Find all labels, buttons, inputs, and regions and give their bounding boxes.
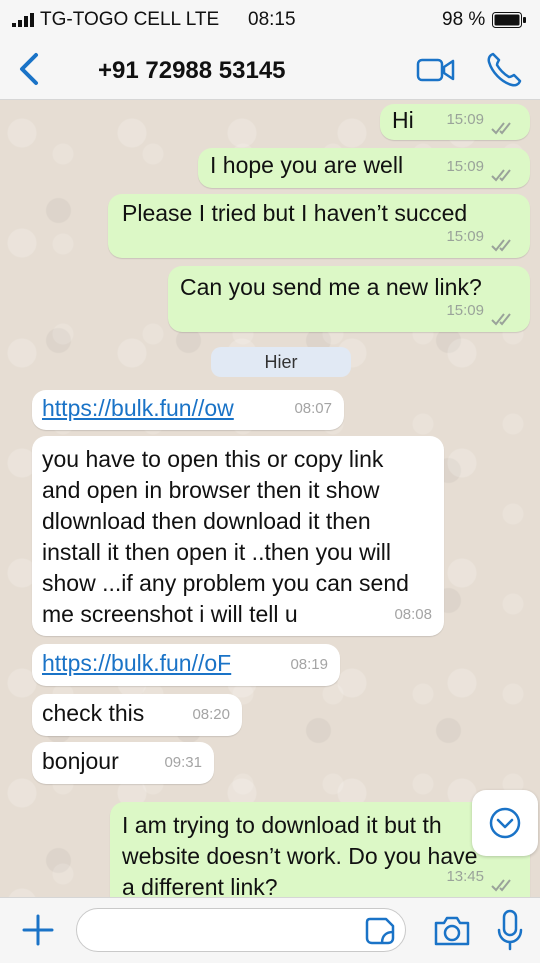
message-bubble-outgoing[interactable]: Please I tried but I haven’t succed 15:0…	[108, 194, 530, 258]
message-line: and open in browser then it show	[42, 477, 380, 503]
date-separator: Hier	[211, 347, 351, 377]
phone-call-icon[interactable]	[484, 50, 524, 90]
message-line: I am trying to download it but th	[122, 812, 442, 838]
read-ticks-icon	[491, 122, 511, 135]
battery-icon	[492, 12, 526, 28]
message-text: check this	[42, 700, 145, 726]
message-time: 15:09	[446, 302, 484, 319]
message-bubble-incoming[interactable]: https://bulk.fun//oF 08:19	[32, 644, 340, 686]
message-bubble-incoming[interactable]: https://bulk.fun//ow 08:07	[32, 390, 344, 430]
message-time: 15:09	[446, 158, 484, 175]
read-ticks-icon	[491, 879, 511, 892]
signal-icon	[12, 13, 34, 27]
chevron-left-icon[interactable]	[14, 52, 42, 86]
message-time: 08:07	[294, 400, 332, 417]
composer-bar	[0, 897, 540, 963]
read-ticks-icon	[491, 169, 511, 182]
contact-name[interactable]: +91 72988 53145	[98, 57, 286, 85]
message-line: me screenshot i will tell u	[42, 601, 298, 627]
message-time: 09:31	[164, 754, 202, 771]
message-time: 15:09	[446, 111, 484, 128]
camera-icon[interactable]	[432, 914, 472, 948]
read-ticks-icon	[491, 313, 511, 326]
message-link[interactable]: https://bulk.fun//ow	[42, 395, 234, 421]
message-time: 08:20	[192, 706, 230, 723]
message-line: install it then open it ..then you will	[42, 539, 392, 565]
message-text: Hi	[392, 107, 414, 133]
message-input[interactable]	[76, 908, 406, 952]
status-time: 08:15	[248, 9, 296, 30]
message-time: 15:09	[446, 228, 484, 245]
message-text: I hope you are well	[210, 152, 404, 178]
microphone-icon[interactable]	[496, 908, 524, 952]
message-bubble-outgoing[interactable]: Hi 15:09	[380, 104, 530, 140]
video-call-icon[interactable]	[416, 56, 456, 84]
message-bubble-outgoing[interactable]: Can you send me a new link? 15:09	[168, 266, 530, 332]
message-line: show ...if any problem you can send	[42, 570, 409, 596]
message-bubble-outgoing[interactable]: I am trying to download it but th websit…	[110, 802, 530, 897]
message-bubble-incoming[interactable]: you have to open this or copy link and o…	[32, 436, 444, 636]
status-bar: TG-TOGO CELL LTE 08:15 98 %	[0, 0, 540, 38]
chevron-down-circle-icon	[489, 807, 521, 839]
message-line: dlownload then download it then	[42, 508, 371, 534]
message-time: 08:08	[394, 606, 432, 623]
message-bubble-incoming[interactable]: check this 08:20	[32, 694, 242, 736]
sticker-icon[interactable]	[364, 916, 396, 946]
message-bubble-incoming[interactable]: bonjour 09:31	[32, 742, 214, 784]
message-time: 08:19	[290, 656, 328, 673]
read-ticks-icon	[491, 239, 511, 252]
message-line: you have to open this or copy link	[42, 446, 384, 472]
battery-percentage: 98 %	[442, 9, 486, 30]
message-bubble-outgoing[interactable]: I hope you are well 15:09	[198, 148, 530, 188]
chat-area[interactable]: Hi 15:09 I hope you are well 15:09 Pleas…	[0, 100, 540, 897]
message-link[interactable]: https://bulk.fun//oF	[42, 650, 231, 676]
chat-header: +91 72988 53145	[0, 38, 540, 100]
plus-icon[interactable]	[20, 912, 56, 948]
carrier-name: TG-TOGO CELL LTE	[40, 9, 220, 30]
scroll-to-bottom-button[interactable]	[472, 790, 538, 856]
message-text: bonjour	[42, 748, 119, 774]
message-time: 13:45	[446, 868, 484, 885]
